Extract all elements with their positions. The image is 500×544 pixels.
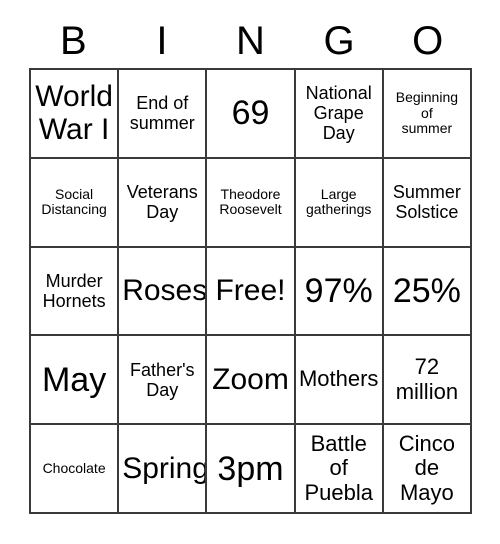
bingo-cell[interactable]: Summer Solstice: [383, 158, 472, 248]
bingo-header-letter-o: O: [412, 19, 444, 63]
bingo-cell[interactable]: End of summer: [119, 70, 208, 159]
bingo-header-letter-i: I: [156, 19, 168, 63]
bingo-cell[interactable]: Veterans Day: [119, 158, 208, 248]
bingo-cell[interactable]: National Grape Day: [295, 70, 384, 159]
bingo-cell-label: Chocolate: [42, 459, 106, 476]
bingo-cell[interactable]: Mothers: [295, 336, 384, 426]
bingo-cell-label: National Grape Day: [305, 83, 372, 144]
bingo-cell[interactable]: 72 million: [383, 336, 472, 426]
bingo-cell[interactable]: 97%: [295, 247, 384, 337]
bingo-cell[interactable]: Chocolate: [31, 425, 120, 514]
bingo-cell[interactable]: Social Distancing: [31, 158, 120, 248]
bingo-cell-label: 69: [231, 94, 270, 133]
bingo-cell-label: Mothers: [298, 366, 379, 392]
bingo-cell[interactable]: May: [31, 336, 120, 426]
bingo-cell-label: Zoom: [212, 362, 289, 396]
bingo-cell-label: Beginning of summer: [395, 88, 459, 137]
bingo-cell-label: Social Distancing: [41, 185, 107, 218]
bingo-cell-label: 3pm: [217, 449, 284, 488]
bingo-cell[interactable]: Spring: [119, 425, 208, 514]
bingo-cell-label: 72 million: [395, 354, 459, 404]
bingo-cell-label: Father's Day: [130, 359, 195, 400]
bingo-cell[interactable]: Theodore Roosevelt: [207, 158, 296, 248]
bingo-cell-label: Free!: [215, 274, 286, 308]
bingo-header-letter-b: B: [59, 19, 87, 63]
bingo-cell-label: World War I: [35, 79, 113, 147]
bingo-cell[interactable]: Father's Day: [119, 336, 208, 426]
bingo-cell-label: Veterans Day: [126, 182, 198, 223]
bingo-cell-label: Cinco de Mayo: [398, 430, 456, 505]
bingo-cell-label: Large gatherings: [306, 185, 372, 218]
bingo-cell-label: Spring: [122, 451, 208, 485]
bingo-card: B I N G O World War I End of summer 69 N…: [0, 0, 500, 544]
bingo-cell[interactable]: World War I: [31, 70, 120, 159]
bingo-cell[interactable]: 69: [207, 70, 296, 159]
bingo-cell-label: Roses: [122, 274, 208, 308]
bingo-cell-label: 97%: [304, 271, 373, 310]
bingo-cell-free[interactable]: Free!: [207, 247, 296, 337]
bingo-cell-label: Theodore Roosevelt: [219, 185, 282, 218]
bingo-cell-label: Battle of Puebla: [304, 430, 373, 505]
bingo-header-letter-n: N: [236, 19, 265, 63]
bingo-cell[interactable]: Cinco de Mayo: [383, 425, 472, 514]
bingo-header-letter-g: G: [323, 19, 355, 63]
bingo-cell[interactable]: Battle of Puebla: [295, 425, 384, 514]
bingo-cell-label: May: [41, 360, 107, 399]
bingo-cell-label: 25%: [392, 271, 461, 310]
bingo-cell-label: End of summer: [129, 93, 195, 134]
bingo-cell[interactable]: Beginning of summer: [383, 70, 472, 159]
bingo-cell[interactable]: Roses: [119, 247, 208, 337]
bingo-cell[interactable]: Large gatherings: [295, 158, 384, 248]
bingo-cell[interactable]: 3pm: [207, 425, 296, 514]
bingo-header-row: B I N G O: [29, 14, 472, 68]
bingo-cell-label: Summer Solstice: [392, 182, 461, 223]
bingo-cell[interactable]: 25%: [383, 247, 472, 337]
bingo-grid: World War I End of summer 69 National Gr…: [29, 68, 472, 514]
bingo-cell[interactable]: Zoom: [207, 336, 296, 426]
bingo-cell-label: Murder Hornets: [42, 270, 106, 311]
bingo-cell[interactable]: Murder Hornets: [31, 247, 120, 337]
